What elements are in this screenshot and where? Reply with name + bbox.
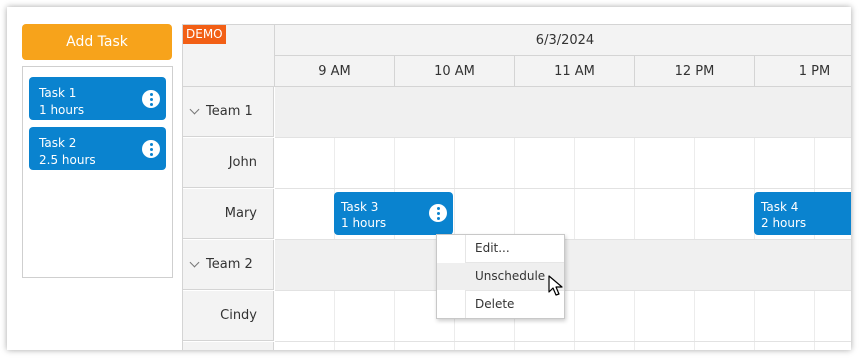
resource-row-header: Cindy [183, 291, 274, 341]
menu-item-delete[interactable]: Delete [437, 291, 564, 318]
menu-item-label: Delete [475, 297, 515, 311]
group-row-header[interactable]: Team 1 [183, 87, 274, 137]
task-menu-icon[interactable] [142, 140, 160, 158]
mouse-cursor-icon [548, 275, 563, 296]
row-cells[interactable] [275, 138, 851, 189]
group-row-header[interactable]: Team 2 [183, 240, 274, 290]
row-label: Mary [224, 206, 257, 221]
chevron-down-icon[interactable] [189, 104, 200, 115]
app-frame: Add Task Task 1 1 hours Task 2 2.5 hours… [7, 7, 851, 350]
hour-header: 1 PM [755, 56, 851, 87]
menu-item-label: Unschedule [475, 269, 546, 283]
menu-item-label: Edit... [475, 241, 510, 255]
hour-header: 10 AM [395, 56, 515, 87]
event-menu-icon[interactable] [429, 204, 447, 222]
unscheduled-task-card[interactable]: Task 2 2.5 hours [29, 127, 166, 170]
scheduler-corner: DEMO [183, 25, 275, 87]
hour-header: 9 AM [275, 56, 395, 87]
demo-badge: DEMO [183, 25, 226, 44]
scheduled-event[interactable]: Task 4 2 hours [754, 192, 851, 235]
task-duration: 1 hours [39, 103, 85, 117]
task-duration: 2.5 hours [39, 153, 96, 167]
resource-row-header [183, 342, 274, 350]
chevron-down-icon[interactable] [189, 257, 200, 268]
row-label: Team 1 [206, 104, 253, 119]
date-header: 6/3/2024 [275, 25, 851, 56]
unscheduled-task-card[interactable]: Task 1 1 hours [29, 77, 166, 120]
event-name: Task 4 [761, 200, 799, 214]
row-label: Cindy [220, 308, 257, 323]
task-menu-icon[interactable] [142, 90, 160, 108]
task-name: Task 1 [39, 86, 77, 100]
add-task-button[interactable]: Add Task [22, 24, 172, 60]
event-duration: 1 hours [341, 216, 387, 230]
row-cells[interactable] [275, 342, 851, 350]
resource-row-header: Mary [183, 189, 274, 239]
group-row-cells [275, 87, 851, 138]
hour-header: 11 AM [515, 56, 635, 87]
scheduled-event[interactable]: Task 3 1 hours [334, 192, 453, 235]
row-label: John [228, 155, 257, 170]
resource-row-header: John [183, 138, 274, 188]
event-name: Task 3 [341, 200, 379, 214]
menu-item-unschedule[interactable]: Unschedule [437, 263, 564, 290]
row-label: Team 2 [206, 257, 253, 272]
task-name: Task 2 [39, 136, 77, 150]
unscheduled-task-list: Task 1 1 hours Task 2 2.5 hours [22, 66, 173, 278]
hour-header: 12 PM [635, 56, 755, 87]
context-menu: Edit... Unschedule Delete [436, 234, 565, 319]
menu-item-edit[interactable]: Edit... [437, 235, 564, 262]
event-duration: 2 hours [761, 216, 807, 230]
